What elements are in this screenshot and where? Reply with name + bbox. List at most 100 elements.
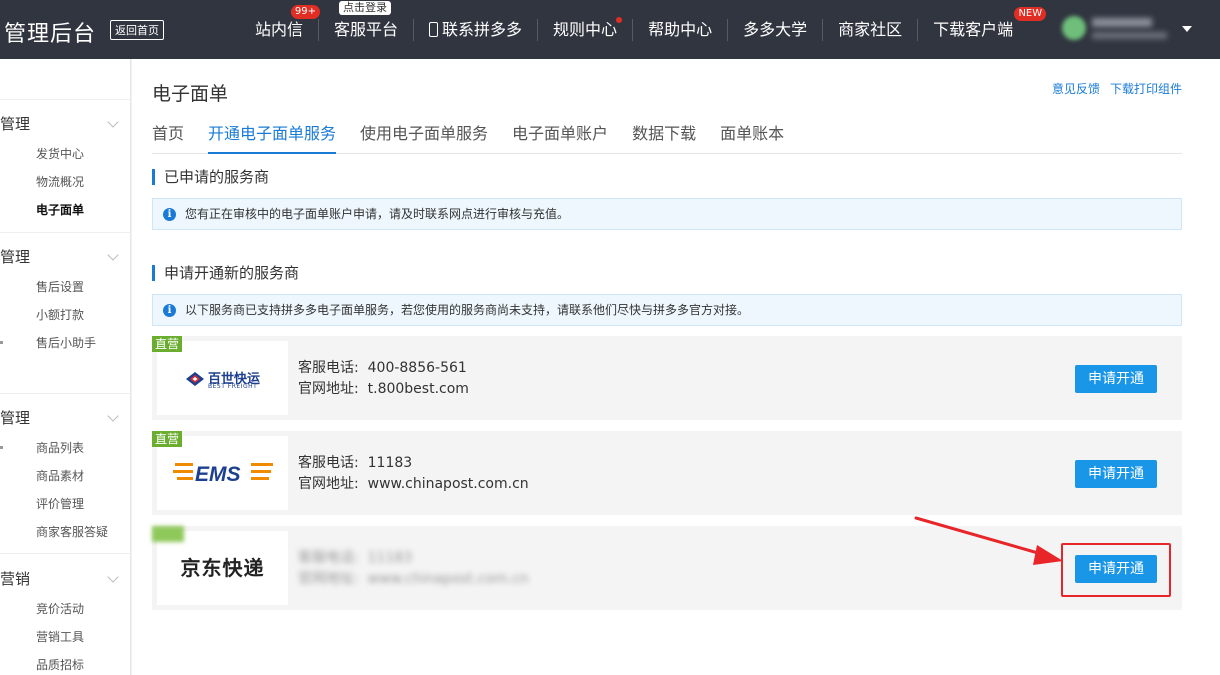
sidebar-group-label: 营销 xyxy=(0,570,31,588)
sidebar-divider xyxy=(0,553,131,554)
chevron-down-icon xyxy=(107,116,119,128)
provider-logo: EMS xyxy=(157,436,288,510)
sidebar-item-label: 商品列表 xyxy=(36,441,85,455)
site-value[interactable]: www.chinapost.com.cn xyxy=(368,476,529,492)
applied-notice-text: 您有正在审核中的电子面单账户申请，请及时联系网点进行审核与充值。 xyxy=(185,207,570,221)
login-tip-badge: 点击登录 xyxy=(339,0,392,15)
apply-button[interactable]: 申请开通 xyxy=(1075,365,1157,393)
sidebar-item-aftersale-settings[interactable]: 售后设置 xyxy=(0,273,131,301)
sidebar-item-marketing-tools[interactable]: 营销工具 xyxy=(0,623,131,651)
user-name-blurred xyxy=(1092,18,1152,27)
nav-customer-service-label: 客服平台 xyxy=(334,19,399,39)
sidebar-item-e-waybill[interactable]: 电子面单 xyxy=(0,196,131,224)
nav-rules[interactable]: 规则中心 xyxy=(538,16,634,41)
sidebar-item-logistics-overview[interactable]: 物流概况 xyxy=(0,168,131,196)
sidebar-group-title[interactable]: 管理 xyxy=(0,402,131,434)
sidebar-group-title[interactable]: 管理 xyxy=(0,241,131,273)
page-title: 电子面单 xyxy=(152,83,229,105)
top-bar: 管理后台 返回首页 站内信 99+ 客服平台 点击登录 联系拼多多 规则中心 帮… xyxy=(0,0,1220,59)
chevron-down-icon[interactable] xyxy=(1182,26,1192,32)
download-print-plugin-link[interactable]: 下载打印组件 xyxy=(1110,80,1182,97)
nav-download-label: 下载客户端 xyxy=(933,19,1014,39)
direct-tag-blurred xyxy=(152,526,184,542)
sidebar-item-goods-list[interactable]: 商品列表 xyxy=(0,434,131,462)
red-arrow-icon xyxy=(914,516,1063,565)
tab-bar: 首页 开通电子面单服务 使用电子面单服务 电子面单账户 数据下载 面单账本 xyxy=(152,121,1182,154)
nav-university-label: 多多大学 xyxy=(743,19,808,39)
provider-card-best: 直营 百世快运 BEST FREIGHT 客服电话: 400-8856-561 … xyxy=(152,336,1182,420)
provider-logo: 京东快递 xyxy=(157,531,288,605)
phone-value: 11183 xyxy=(367,455,413,471)
best-freight-logo: 百世快运 BEST FREIGHT xyxy=(185,369,265,390)
provider-info-blurred: 客服电话: 11183 官网地址: www.chinapost.com.cn xyxy=(298,548,529,590)
sidebar-group-label: 管理 xyxy=(0,248,31,266)
sidebar-divider xyxy=(0,393,131,394)
chevron-down-icon xyxy=(107,410,119,422)
nav-rules-label: 规则中心 xyxy=(553,19,618,39)
apply-button[interactable]: 申请开通 xyxy=(1075,460,1157,488)
sidebar-divider xyxy=(0,232,131,233)
feedback-link[interactable]: 意见反馈 xyxy=(1052,80,1100,97)
nav-customer-service[interactable]: 客服平台 点击登录 xyxy=(319,0,415,41)
user-menu[interactable] xyxy=(1062,12,1172,46)
top-links: 意见反馈 下载打印组件 xyxy=(1052,80,1182,97)
sidebar-item-label: 售后小助手 xyxy=(36,336,97,350)
nav-messages[interactable]: 站内信 99+ xyxy=(240,4,321,41)
main-content: 电子面单 意见反馈 下载打印组件 首页 开通电子面单服务 使用电子面单服务 电子… xyxy=(132,59,1220,675)
tab-home[interactable]: 首页 xyxy=(152,121,184,154)
new-notice: i 以下服务商已支持拼多多电子面单服务，若您使用的服务商尚未支持，请联系他们尽快… xyxy=(152,294,1182,326)
brand-title: 管理后台 xyxy=(4,22,97,47)
nav-community-label: 商家社区 xyxy=(838,19,903,39)
apply-button-jd[interactable]: 申请开通 xyxy=(1075,555,1157,583)
sidebar-item-small-payment[interactable]: 小额打款 xyxy=(0,301,131,329)
phone-value: 400-8856-561 xyxy=(367,360,467,376)
sidebar-item-review-management[interactable]: 评价管理 xyxy=(0,490,131,518)
tab-data-download[interactable]: 数据下载 xyxy=(632,121,696,154)
nav-messages-label: 站内信 xyxy=(255,19,304,39)
nav-contact[interactable]: 联系拼多多 xyxy=(414,18,539,41)
sidebar-group-label: 管理 xyxy=(0,409,31,427)
new-notice-text: 以下服务商已支持拼多多电子面单服务，若您使用的服务商尚未支持，请联系他们尽快与拼… xyxy=(185,303,750,317)
provider-info: 客服电话: 400-8856-561 官网地址: t.800best.com xyxy=(298,358,469,400)
sidebar-group-title[interactable]: 管理 xyxy=(0,108,131,140)
info-icon: i xyxy=(163,208,176,221)
direct-tag: 直营 xyxy=(152,336,183,352)
provider-card-ems: 直营 EMS 客服电话: 11183 官网地址: www.chinapost.c… xyxy=(152,431,1182,515)
nav-university[interactable]: 多多大学 xyxy=(728,18,824,41)
sidebar-group-title[interactable]: 营销 xyxy=(0,563,131,595)
site-label: 官网地址: xyxy=(298,381,359,397)
applied-notice: i 您有正在审核中的电子面单账户申请，请及时联系网点进行审核与充值。 xyxy=(152,198,1182,230)
phone-label: 客服电话: xyxy=(298,550,359,566)
site-value[interactable]: t.800best.com xyxy=(368,381,469,397)
sidebar-item-merchant-qa[interactable]: 商家客服答疑 xyxy=(0,518,131,546)
new-section-title: 申请开通新的服务商 xyxy=(152,265,299,281)
message-count-badge: 99+ xyxy=(290,4,321,19)
ems-logo-text: EMS xyxy=(195,463,241,486)
sidebar-item-quality-bidding[interactable]: 品质招标 xyxy=(0,651,131,675)
sidebar-group-label: 管理 xyxy=(0,115,31,133)
tab-use-service[interactable]: 使用电子面单服务 xyxy=(360,121,488,154)
sidebar-divider xyxy=(0,99,131,100)
nav-download-client[interactable]: 下载客户端 NEW xyxy=(918,6,1047,41)
sidebar-marker xyxy=(0,446,3,449)
chevron-down-icon xyxy=(107,249,119,261)
sidebar-item-aftersale-assistant[interactable]: 售后小助手 xyxy=(0,329,131,357)
direct-tag: 直营 xyxy=(152,431,183,447)
notification-dot xyxy=(616,16,623,23)
sidebar-item-shipping-center[interactable]: 发货中心 xyxy=(0,140,131,168)
sidebar-item-goods-material[interactable]: 商品素材 xyxy=(0,462,131,490)
sidebar-item-bidding[interactable]: 竞价活动 xyxy=(0,595,131,623)
tab-ledger[interactable]: 面单账本 xyxy=(720,121,784,154)
nav-help[interactable]: 帮助中心 xyxy=(633,18,729,41)
best-logo-icon xyxy=(186,372,204,386)
chevron-down-icon xyxy=(107,571,119,583)
nav-community[interactable]: 商家社区 xyxy=(823,18,919,41)
top-nav: 站内信 99+ 客服平台 点击登录 联系拼多多 规则中心 帮助中心 多多大学 商… xyxy=(240,0,1047,59)
site-label: 官网地址: xyxy=(298,476,359,492)
back-home-button[interactable]: 返回首页 xyxy=(110,20,164,40)
tab-open-service[interactable]: 开通电子面单服务 xyxy=(208,121,337,154)
provider-logo: 百世快运 BEST FREIGHT xyxy=(157,341,288,415)
best-logo-subtext: BEST FREIGHT xyxy=(208,383,258,390)
tab-account[interactable]: 电子面单账户 xyxy=(512,121,608,154)
phone-label: 客服电话: xyxy=(298,455,359,471)
